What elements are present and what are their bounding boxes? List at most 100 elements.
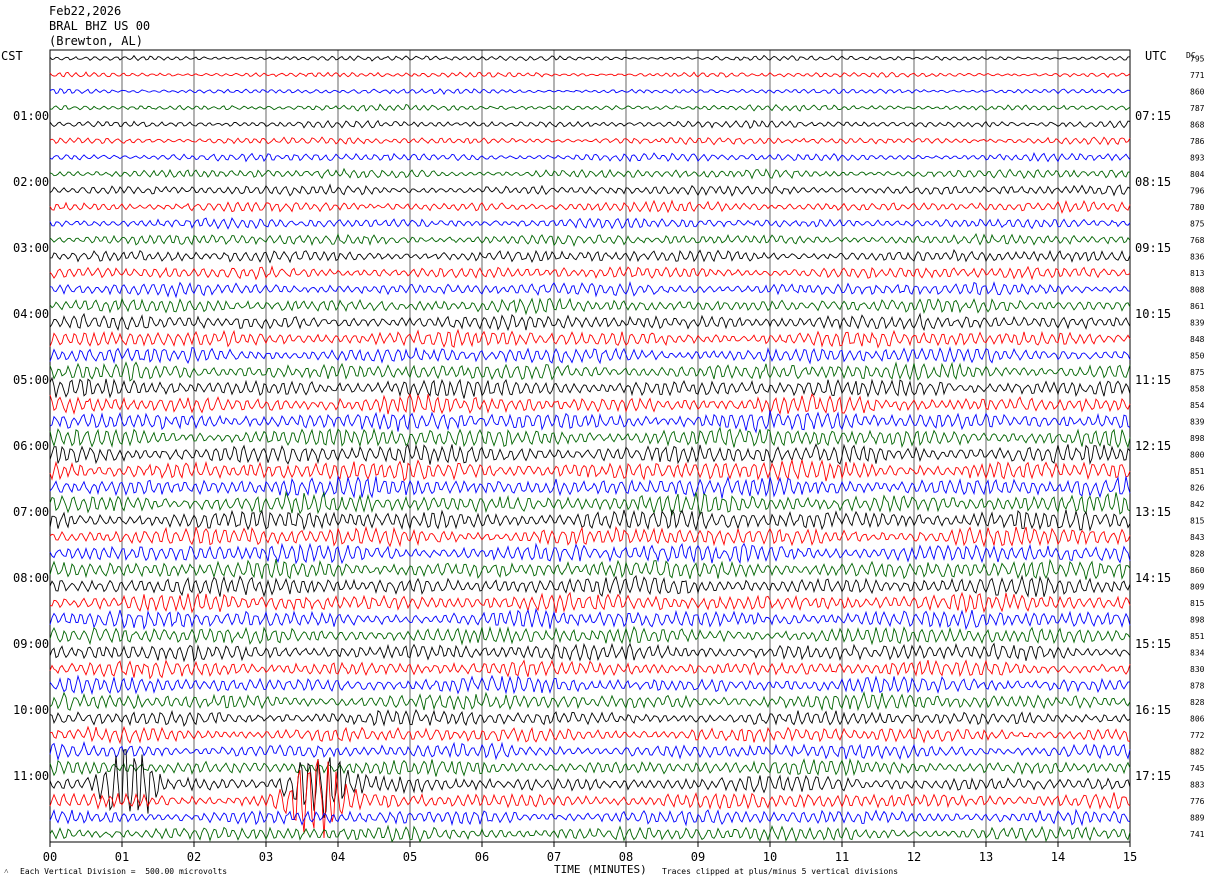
dc-offset-label: 813 — [1190, 269, 1205, 278]
trace-row-37 — [49, 659, 1131, 680]
dc-offset-labels: 7957718607878687868938047967808757688368… — [1190, 54, 1205, 839]
utc-hour-label: 09:15 — [1135, 241, 1171, 255]
utc-hour-label: 08:15 — [1135, 175, 1171, 189]
x-tick-label: 02 — [187, 850, 201, 864]
trace-row-27 — [49, 490, 1131, 517]
trace-row-22 — [49, 410, 1131, 434]
utc-hour-label: 13:15 — [1135, 505, 1171, 519]
cst-hour-label: 03:00 — [13, 241, 49, 255]
utc-hour-label: 14:15 — [1135, 571, 1171, 585]
cst-hour-label: 02:00 — [13, 175, 49, 189]
dc-offset-label: 882 — [1190, 747, 1205, 756]
dc-offset-label: 854 — [1190, 401, 1205, 410]
trace-row-21 — [49, 393, 1131, 416]
dc-offset-label: 800 — [1190, 450, 1205, 459]
cst-hour-label: 08:00 — [13, 571, 49, 585]
dc-offset-label: 741 — [1190, 830, 1205, 839]
dc-offset-label: 776 — [1190, 797, 1205, 806]
cst-hour-label: 05:00 — [13, 373, 49, 387]
minute-gridlines — [121, 50, 1059, 842]
trace-row-15 — [49, 297, 1131, 316]
x-tick-label: 12 — [907, 850, 921, 864]
right-timezone-label: UTC — [1145, 49, 1167, 63]
dc-offset-label: 851 — [1190, 467, 1205, 476]
header-station: BRAL BHZ US 00 — [49, 19, 151, 33]
utc-hour-label: 15:15 — [1135, 637, 1171, 651]
x-tick-label: 08 — [619, 850, 633, 864]
scale-marker-icon: ˄ — [4, 867, 9, 876]
cst-hour-label: 09:00 — [13, 637, 49, 651]
trace-row-40 — [49, 709, 1131, 727]
trace-row-17 — [49, 328, 1131, 349]
dc-offset-label: 851 — [1190, 632, 1205, 641]
trace-row-9 — [49, 199, 1131, 214]
trace-row-32 — [49, 574, 1131, 598]
dc-offset-label: 878 — [1190, 681, 1205, 690]
header-date: Feb22,2026 — [49, 4, 122, 18]
trace-row-24 — [49, 443, 1131, 466]
dc-offset-label: 848 — [1190, 335, 1205, 344]
dc-offset-label: 875 — [1190, 368, 1205, 377]
dc-offset-label: 839 — [1190, 318, 1205, 327]
dc-offset-label: 843 — [1190, 533, 1205, 542]
trace-row-0 — [49, 54, 1131, 62]
cst-hour-label: 11:00 — [13, 769, 49, 783]
dc-offset-label: 860 — [1190, 566, 1205, 575]
dc-offset-label: 875 — [1190, 219, 1205, 228]
dc-offset-label: 898 — [1190, 615, 1205, 624]
trace-row-34 — [49, 607, 1131, 631]
utc-hour-label: 16:15 — [1135, 703, 1171, 717]
trace-row-7 — [49, 167, 1131, 180]
dc-offset-label: 745 — [1190, 764, 1205, 773]
trace-row-11 — [49, 232, 1131, 247]
dc-offset-label: 861 — [1190, 302, 1205, 311]
utc-hour-label: 07:15 — [1135, 109, 1171, 123]
utc-hour-label: 11:15 — [1135, 373, 1171, 387]
dc-offset-label: 787 — [1190, 104, 1205, 113]
x-tick-label: 10 — [763, 850, 777, 864]
dc-offset-label: 883 — [1190, 780, 1205, 789]
dc-offset-label: 858 — [1190, 384, 1205, 393]
x-tick-label: 09 — [691, 850, 705, 864]
dc-offset-label: 815 — [1190, 599, 1205, 608]
trace-row-35 — [49, 625, 1131, 646]
vertical-division-note: Each Vertical Division = 500.00 microvol… — [20, 867, 228, 876]
dc-offset-label: 815 — [1190, 516, 1205, 525]
x-tick-label: 01 — [115, 850, 129, 864]
plot-frame — [49, 49, 1131, 843]
trace-row-5 — [49, 136, 1131, 146]
x-axis-label: TIME (MINUTES) — [554, 863, 647, 876]
x-tick-label: 00 — [43, 850, 57, 864]
trace-row-28 — [49, 509, 1131, 532]
cst-hour-label: 06:00 — [13, 439, 49, 453]
trace-row-18 — [49, 346, 1131, 365]
dc-offset-label: 850 — [1190, 351, 1205, 360]
dc-column-label: DC — [1186, 51, 1196, 60]
trace-row-36 — [49, 642, 1131, 663]
x-tick-label: 13 — [979, 850, 993, 864]
trace-row-45 — [49, 759, 1131, 839]
dc-offset-label: 796 — [1190, 186, 1205, 195]
dc-offset-label: 804 — [1190, 170, 1205, 179]
trace-row-16 — [49, 312, 1131, 332]
trace-row-20 — [49, 376, 1131, 399]
trace-row-29 — [49, 525, 1131, 548]
dc-offset-label: 893 — [1190, 153, 1205, 162]
dc-offset-label: 828 — [1190, 698, 1205, 707]
trace-row-30 — [49, 542, 1131, 565]
trace-row-4 — [49, 119, 1131, 129]
trace-row-14 — [49, 280, 1131, 299]
cst-hour-label: 01:00 — [13, 109, 49, 123]
x-tick-label: 04 — [331, 850, 345, 864]
dc-offset-label: 771 — [1190, 71, 1205, 80]
trace-row-44 — [49, 749, 1131, 818]
x-tick-label: 14 — [1051, 850, 1065, 864]
utc-hour-label: 10:15 — [1135, 307, 1171, 321]
x-tick-label: 06 — [475, 850, 489, 864]
clip-note: Traces clipped at plus/minus 5 vertical … — [662, 867, 899, 876]
dc-offset-label: 868 — [1190, 120, 1205, 129]
trace-row-8 — [49, 183, 1131, 197]
cst-hour-label: 04:00 — [13, 307, 49, 321]
cst-hour-labels: 01:00 02:00 03:00 04:00 05:00 06:00 07:00 08:00… — [13, 109, 49, 783]
trace-row-2 — [49, 88, 1131, 95]
